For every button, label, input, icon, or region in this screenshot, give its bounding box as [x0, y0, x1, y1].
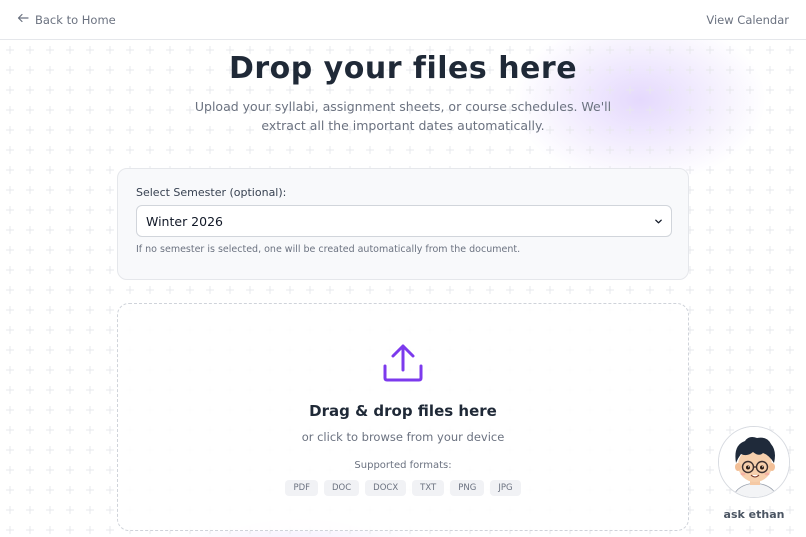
format-badge-doc: DOC — [324, 480, 360, 496]
format-badge-png: PNG — [450, 480, 485, 496]
back-to-home-link[interactable]: Back to Home — [17, 12, 116, 27]
chevron-down-icon — [654, 214, 663, 229]
upload-icon — [382, 342, 424, 384]
semester-selected-value: Winter 2026 — [146, 213, 223, 229]
back-to-home-label: Back to Home — [35, 12, 116, 27]
top-bar: Back to Home View Calendar — [0, 0, 806, 40]
cartoon-avatar-icon — [719, 427, 789, 497]
format-list: PDF DOC DOCX TXT PNG JPG — [118, 480, 688, 496]
format-badge-pdf: PDF — [285, 480, 318, 496]
page-subtitle: Upload your syllabi, assignment sheets, … — [194, 99, 612, 133]
file-dropzone[interactable]: Drag & drop files here or click to brows… — [117, 303, 689, 531]
supported-formats-label: Supported formats: — [354, 460, 452, 471]
view-calendar-link[interactable]: View Calendar — [706, 13, 789, 27]
arrow-left-icon — [17, 12, 29, 27]
format-badge-txt: TXT — [412, 480, 445, 496]
dropzone-subtitle: or click to browse from your device — [301, 430, 505, 444]
format-badge-docx: DOCX — [365, 480, 407, 496]
semester-hint: If no semester is selected, one will be … — [136, 244, 521, 255]
format-badge-jpg: JPG — [490, 480, 521, 496]
ask-ethan-assistant[interactable]: ask ethan — [716, 426, 792, 526]
dropzone-title: Drag & drop files here — [309, 402, 497, 420]
avatar[interactable] — [718, 426, 790, 498]
semester-card: Select Semester (optional): Winter 2026 … — [117, 168, 689, 280]
page-title: Drop your files here — [228, 51, 578, 86]
ask-ethan-label: ask ethan — [723, 508, 785, 521]
semester-select[interactable]: Winter 2026 — [136, 205, 672, 237]
semester-label: Select Semester (optional): — [136, 186, 287, 199]
